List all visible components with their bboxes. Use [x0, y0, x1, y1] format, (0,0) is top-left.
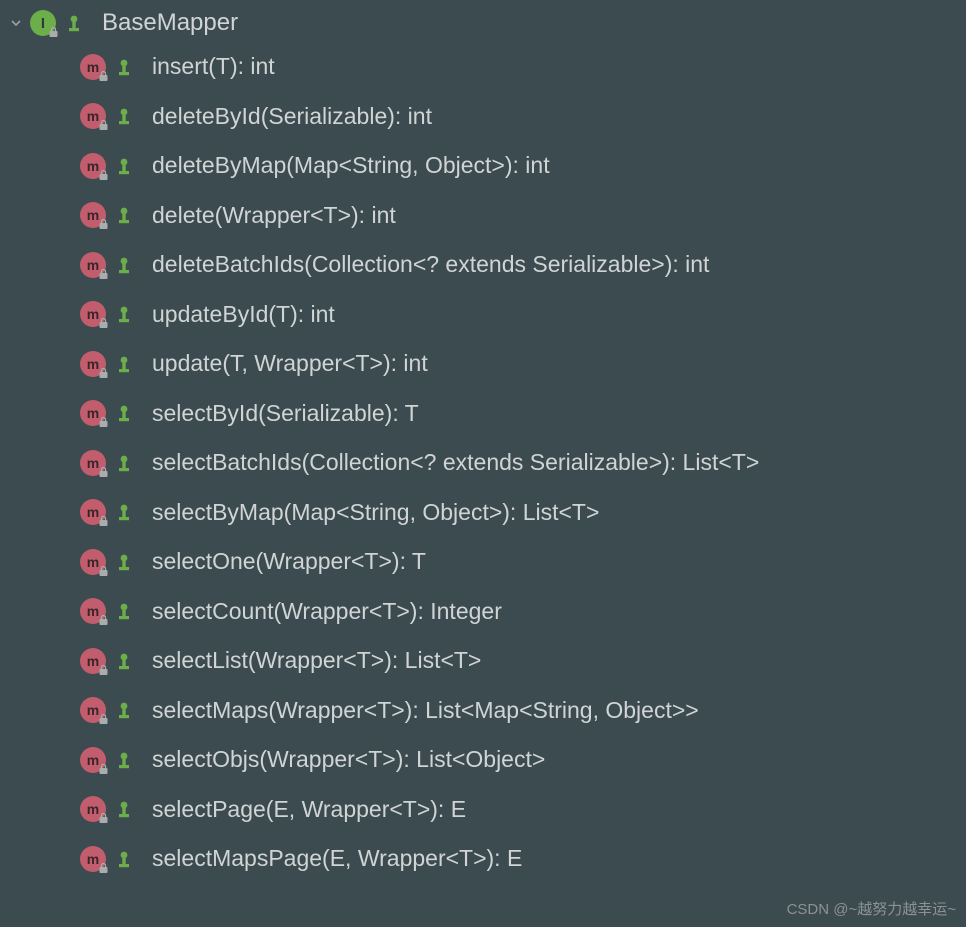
- lock-icon: [98, 317, 109, 329]
- method-signature[interactable]: selectByMap(Map<String, Object>): List<T…: [152, 499, 599, 526]
- lock-icon: [98, 515, 109, 527]
- method-signature[interactable]: selectOne(Wrapper<T>): T: [152, 548, 426, 575]
- method-icon: m: [80, 202, 106, 228]
- method-row[interactable]: m selectBatchIds(Collection<? extends Se…: [80, 438, 966, 488]
- lock-icon: [98, 664, 109, 676]
- public-icon: [116, 453, 138, 473]
- lock-icon: [98, 218, 109, 230]
- public-icon: [116, 552, 138, 572]
- method-row[interactable]: m deleteById(Serializable): int: [80, 92, 966, 142]
- lock-icon: [98, 169, 109, 181]
- lock-icon: [98, 268, 109, 280]
- public-icon: [116, 106, 138, 126]
- chevron-down-icon[interactable]: [2, 17, 30, 29]
- structure-tree: I BaseMapper m insert(T): intm deleteByI…: [0, 0, 966, 884]
- method-signature[interactable]: updateById(T): int: [152, 301, 335, 328]
- method-icon: m: [80, 54, 106, 80]
- lock-icon: [98, 466, 109, 478]
- method-row[interactable]: m selectMaps(Wrapper<T>): List<Map<Strin…: [80, 686, 966, 736]
- method-icon: m: [80, 598, 106, 624]
- method-row[interactable]: m deleteByMap(Map<String, Object>): int: [80, 141, 966, 191]
- method-signature[interactable]: selectPage(E, Wrapper<T>): E: [152, 796, 466, 823]
- method-signature[interactable]: selectCount(Wrapper<T>): Integer: [152, 598, 502, 625]
- method-row[interactable]: m selectList(Wrapper<T>): List<T>: [80, 636, 966, 686]
- method-row[interactable]: m update(T, Wrapper<T>): int: [80, 339, 966, 389]
- method-row[interactable]: m insert(T): int: [80, 42, 966, 92]
- method-signature[interactable]: deleteBatchIds(Collection<? extends Seri…: [152, 251, 709, 278]
- method-list: m insert(T): intm deleteById(Serializabl…: [0, 42, 966, 884]
- method-icon: m: [80, 252, 106, 278]
- method-icon: m: [80, 400, 106, 426]
- method-signature[interactable]: selectById(Serializable): T: [152, 400, 419, 427]
- public-icon: [116, 700, 138, 720]
- public-icon: [116, 799, 138, 819]
- method-signature[interactable]: delete(Wrapper<T>): int: [152, 202, 396, 229]
- lock-icon: [98, 713, 109, 725]
- public-icon: [116, 502, 138, 522]
- lock-icon: [98, 70, 109, 82]
- public-icon: [116, 57, 138, 77]
- method-icon: m: [80, 846, 106, 872]
- method-icon: m: [80, 153, 106, 179]
- public-icon: [116, 750, 138, 770]
- method-signature[interactable]: deleteByMap(Map<String, Object>): int: [152, 152, 550, 179]
- lock-icon: [98, 367, 109, 379]
- method-icon: m: [80, 351, 106, 377]
- method-row[interactable]: m selectOne(Wrapper<T>): T: [80, 537, 966, 587]
- watermark: CSDN @~越努力越幸运~: [787, 898, 956, 919]
- lock-icon: [98, 565, 109, 577]
- method-row[interactable]: m selectCount(Wrapper<T>): Integer: [80, 587, 966, 637]
- method-signature[interactable]: selectMapsPage(E, Wrapper<T>): E: [152, 845, 522, 872]
- public-icon: [116, 156, 138, 176]
- method-signature[interactable]: selectObjs(Wrapper<T>): List<Object>: [152, 746, 545, 773]
- method-icon: m: [80, 747, 106, 773]
- public-icon: [116, 255, 138, 275]
- public-icon: [116, 403, 138, 423]
- method-icon: m: [80, 499, 106, 525]
- method-icon: m: [80, 103, 106, 129]
- lock-icon: [98, 763, 109, 775]
- public-icon: [116, 651, 138, 671]
- method-row[interactable]: m selectById(Serializable): T: [80, 389, 966, 439]
- lock-icon: [98, 812, 109, 824]
- public-icon: [116, 205, 138, 225]
- method-signature[interactable]: selectBatchIds(Collection<? extends Seri…: [152, 449, 759, 476]
- method-row[interactable]: m deleteBatchIds(Collection<? extends Se…: [80, 240, 966, 290]
- public-icon: [116, 601, 138, 621]
- lock-icon: [98, 862, 109, 874]
- method-row[interactable]: m selectPage(E, Wrapper<T>): E: [80, 785, 966, 835]
- lock-icon: [98, 614, 109, 626]
- method-row[interactable]: m updateById(T): int: [80, 290, 966, 340]
- method-row[interactable]: m selectMapsPage(E, Wrapper<T>): E: [80, 834, 966, 884]
- method-signature[interactable]: update(T, Wrapper<T>): int: [152, 350, 428, 377]
- public-icon: [116, 304, 138, 324]
- method-signature[interactable]: insert(T): int: [152, 53, 275, 80]
- method-row[interactable]: m delete(Wrapper<T>): int: [80, 191, 966, 241]
- interface-row[interactable]: I BaseMapper: [0, 4, 966, 42]
- interface-name[interactable]: BaseMapper: [102, 9, 238, 37]
- lock-icon: [98, 416, 109, 428]
- method-icon: m: [80, 697, 106, 723]
- public-icon: [116, 849, 138, 869]
- lock-icon: [48, 26, 59, 38]
- public-icon: [66, 13, 88, 33]
- method-row[interactable]: m selectByMap(Map<String, Object>): List…: [80, 488, 966, 538]
- lock-icon: [98, 119, 109, 131]
- method-row[interactable]: m selectObjs(Wrapper<T>): List<Object>: [80, 735, 966, 785]
- method-icon: m: [80, 450, 106, 476]
- method-icon: m: [80, 648, 106, 674]
- method-signature[interactable]: selectList(Wrapper<T>): List<T>: [152, 647, 481, 674]
- method-signature[interactable]: deleteById(Serializable): int: [152, 103, 432, 130]
- public-icon: [116, 354, 138, 374]
- interface-icon: I: [30, 10, 56, 36]
- method-icon: m: [80, 549, 106, 575]
- method-icon: m: [80, 796, 106, 822]
- method-signature[interactable]: selectMaps(Wrapper<T>): List<Map<String,…: [152, 697, 699, 724]
- method-icon: m: [80, 301, 106, 327]
